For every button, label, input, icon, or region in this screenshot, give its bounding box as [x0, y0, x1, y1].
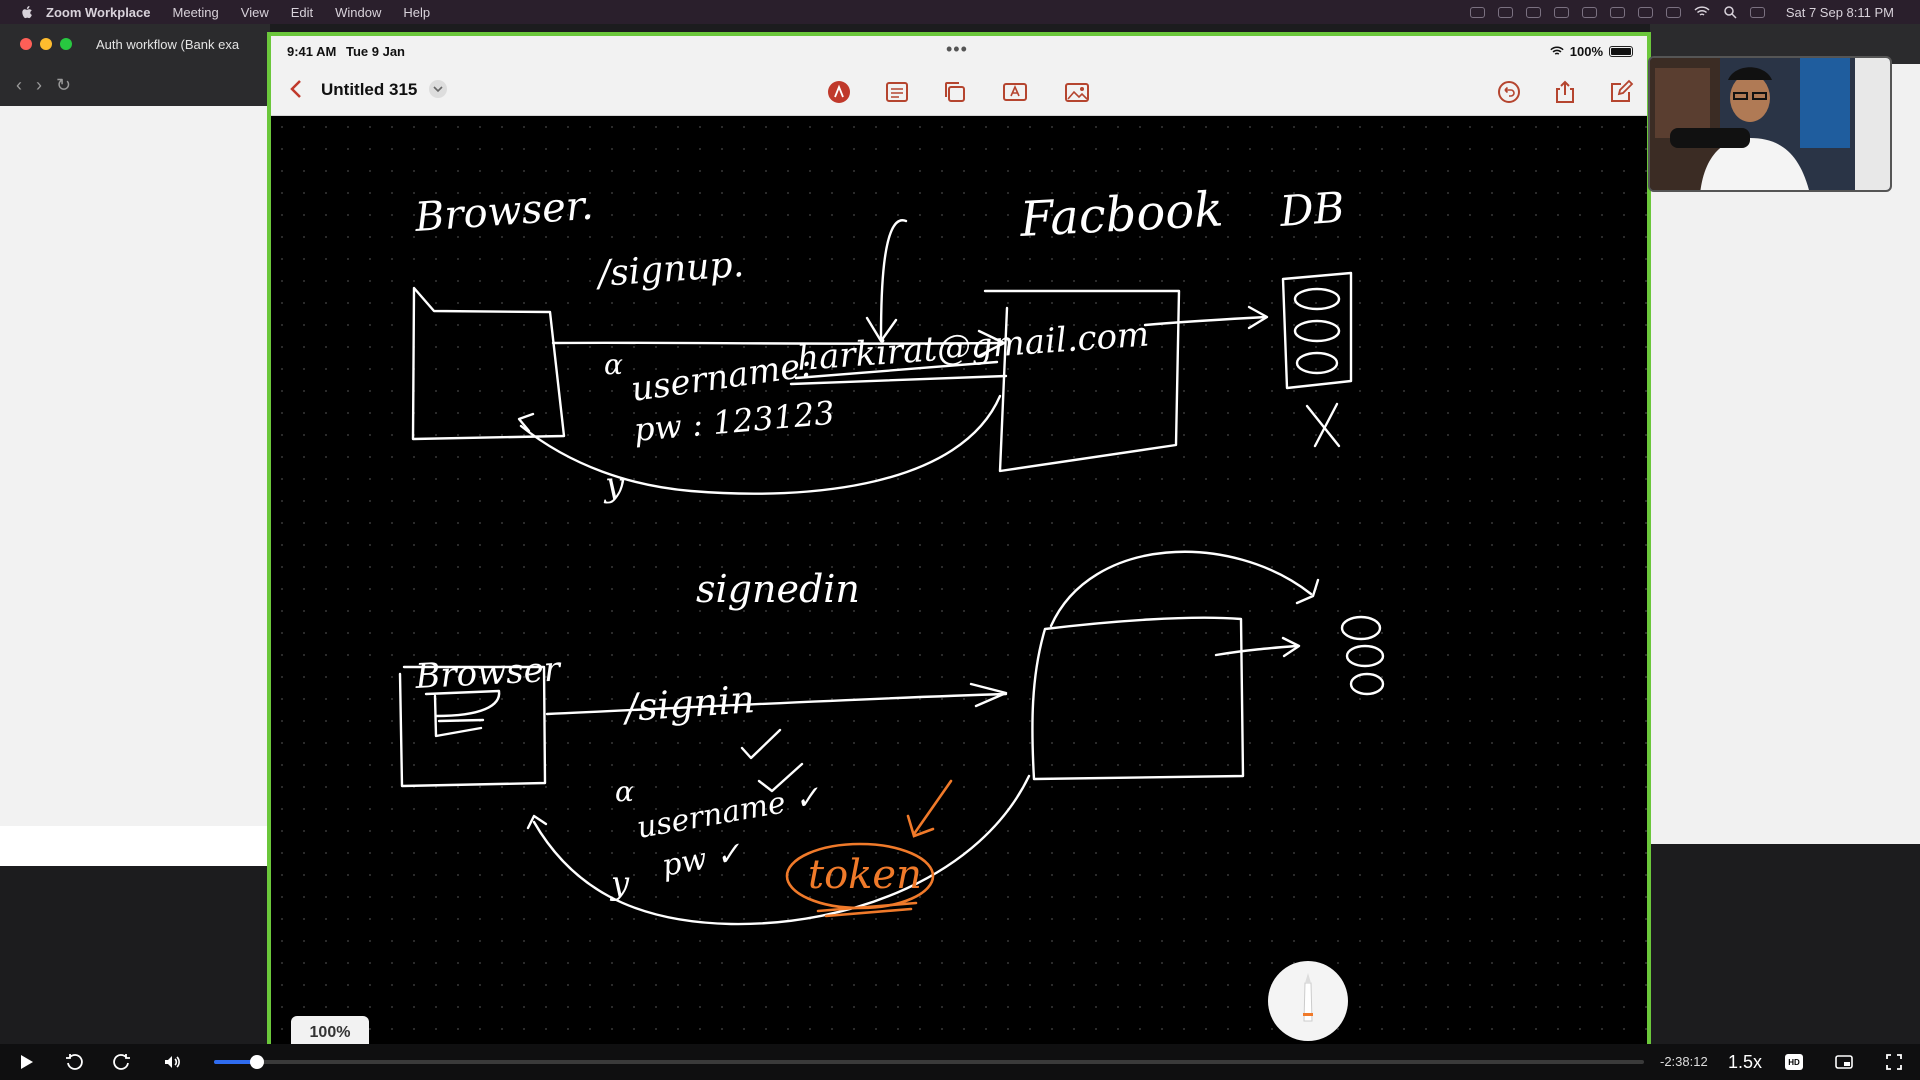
signin-arrow: [545, 692, 1008, 716]
server-to-db-arrow: [1143, 315, 1268, 327]
form-sketch: [424, 689, 501, 738]
chevron-down-icon[interactable]: [429, 80, 447, 98]
status-time: 9:41 AM: [287, 44, 337, 59]
share-icon[interactable]: [1552, 79, 1578, 105]
control-center-icon[interactable]: [1749, 6, 1765, 18]
menubar-status-area: Sat 7 Sep 8:11 PM: [1469, 0, 1894, 24]
label-request-letter: 𝛼: [604, 348, 623, 381]
browser-page-content: [0, 826, 270, 866]
participant-video: [1650, 58, 1890, 190]
browser-nav-bar: ‹ › ↻: [0, 64, 270, 106]
menu-edit[interactable]: Edit: [291, 5, 313, 20]
minimize-window-icon[interactable]: [40, 38, 52, 50]
tray-icon[interactable]: [1609, 6, 1625, 18]
tray-icon[interactable]: [1637, 6, 1653, 18]
battery-percent: 100%: [1569, 44, 1603, 59]
label-username-check: username ✓: [634, 779, 822, 846]
close-window-icon[interactable]: [20, 38, 32, 50]
browser-tab[interactable]: Auth workflow (Bank exa: [96, 37, 246, 52]
forward-arrow-icon[interactable]: ›: [36, 75, 42, 96]
menu-window[interactable]: Window: [335, 5, 381, 20]
shapes-icon[interactable]: [942, 79, 968, 105]
image-icon[interactable]: [1064, 79, 1090, 105]
facebook-server-box: [983, 289, 1181, 473]
menu-help[interactable]: Help: [403, 5, 430, 20]
back-chevron-icon[interactable]: [285, 77, 309, 101]
hd-quality-icon[interactable]: HD: [1785, 1054, 1803, 1070]
label-facebook: Facbook: [1018, 181, 1225, 248]
more-dots-icon[interactable]: •••: [946, 39, 968, 60]
server-to-db-arc: [1049, 550, 1313, 628]
rewind-icon[interactable]: [64, 1052, 84, 1072]
fast-forward-icon[interactable]: [112, 1052, 132, 1072]
status-battery: 100%: [1550, 44, 1633, 59]
wifi-icon: [1550, 46, 1564, 55]
label-email: harkirat@gmail.com: [796, 314, 1151, 379]
whiteboard-sketch: Browser. Facbook DB /signup. 𝛼 harkirat@…: [398, 181, 1385, 926]
time-remaining: -2:38:12: [1660, 1054, 1708, 1069]
apple-icon[interactable]: [20, 5, 34, 20]
label-signup: /signup.: [594, 244, 746, 295]
play-icon[interactable]: [16, 1052, 36, 1072]
browser-tab-bar: Auth workflow (Bank exa: [0, 24, 270, 64]
label-return-letter-bottom: y: [609, 864, 630, 902]
wifi-icon[interactable]: [1694, 6, 1710, 18]
menu-bar: Zoom Workplace Meeting View Edit Window …: [0, 0, 1920, 24]
browser-box-top: [411, 286, 566, 441]
tray-icon[interactable]: [1553, 6, 1569, 18]
seek-bar[interactable]: [214, 1055, 1644, 1069]
ipad-status-bar: 9:41 AM Tue 9 Jan ••• 100%: [271, 36, 1647, 66]
compose-icon[interactable]: [1608, 79, 1634, 105]
zoom-window-icon[interactable]: [60, 38, 72, 50]
picture-in-picture-icon[interactable]: [1834, 1052, 1854, 1072]
browser-page-content: [0, 106, 270, 826]
reload-icon[interactable]: ↻: [56, 75, 71, 96]
label-db: DB: [1277, 183, 1346, 236]
tray-icon[interactable]: [1469, 6, 1485, 18]
search-icon[interactable]: [1723, 5, 1737, 19]
pencil-tool-button[interactable]: [1268, 961, 1348, 1041]
label-signin: /signin: [620, 677, 757, 730]
document-title[interactable]: Untitled 315: [321, 80, 417, 100]
webcam-video-thumbnail[interactable]: [1648, 56, 1892, 192]
pointer-arrow: [879, 219, 908, 340]
menu-view[interactable]: View: [241, 5, 269, 20]
tray-icon[interactable]: [1497, 6, 1513, 18]
playback-speed-button[interactable]: 1.5x: [1728, 1052, 1762, 1073]
volume-icon[interactable]: [162, 1052, 182, 1072]
back-arrow-icon[interactable]: ‹: [16, 75, 22, 96]
label-token: token: [808, 852, 922, 898]
status-date: Tue 9 Jan: [346, 44, 406, 59]
text-icon[interactable]: [1002, 79, 1028, 105]
token-pointer-arrow: [912, 779, 953, 836]
drawing-canvas[interactable]: Browser. Facbook DB /signup. 𝛼 harkirat@…: [271, 116, 1647, 1051]
shared-ipad-screen: 9:41 AM Tue 9 Jan ••• 100% Untitled 315: [267, 32, 1651, 1051]
background-browser-window: Auth workflow (Bank exa ‹ › ↻: [0, 24, 270, 866]
pencil-icon: [1303, 973, 1313, 1022]
fullscreen-icon[interactable]: [1884, 1052, 1904, 1072]
battery-icon[interactable]: [1665, 6, 1681, 18]
label-signedin: signedin: [696, 567, 860, 611]
seek-handle[interactable]: [249, 1055, 264, 1069]
menu-meeting[interactable]: Meeting: [173, 5, 219, 20]
label-pw-check: pw ✓: [659, 836, 743, 884]
notes-toolbar: Untitled 315: [271, 66, 1647, 116]
db-cross: [1305, 402, 1341, 448]
battery-icon: [1609, 46, 1633, 57]
label-request-letter-bottom: 𝛼: [615, 775, 634, 808]
label-browser-bottom: Browser: [413, 649, 562, 697]
label-return-letter: y: [603, 465, 625, 505]
video-player-controls: -2:38:12 1.5x HD: [0, 1044, 1920, 1080]
db-box: [1281, 271, 1353, 390]
notes-icon[interactable]: [884, 79, 910, 105]
undo-icon[interactable]: [1496, 79, 1522, 105]
tray-icon[interactable]: [1581, 6, 1597, 18]
server-box-bottom: [1031, 616, 1245, 781]
label-browser-top: Browser.: [412, 183, 594, 241]
menubar-clock[interactable]: Sat 7 Sep 8:11 PM: [1786, 5, 1894, 20]
tray-icon[interactable]: [1525, 6, 1541, 18]
markup-icon[interactable]: [826, 79, 852, 105]
menu-zoom-workplace[interactable]: Zoom Workplace: [46, 5, 151, 20]
